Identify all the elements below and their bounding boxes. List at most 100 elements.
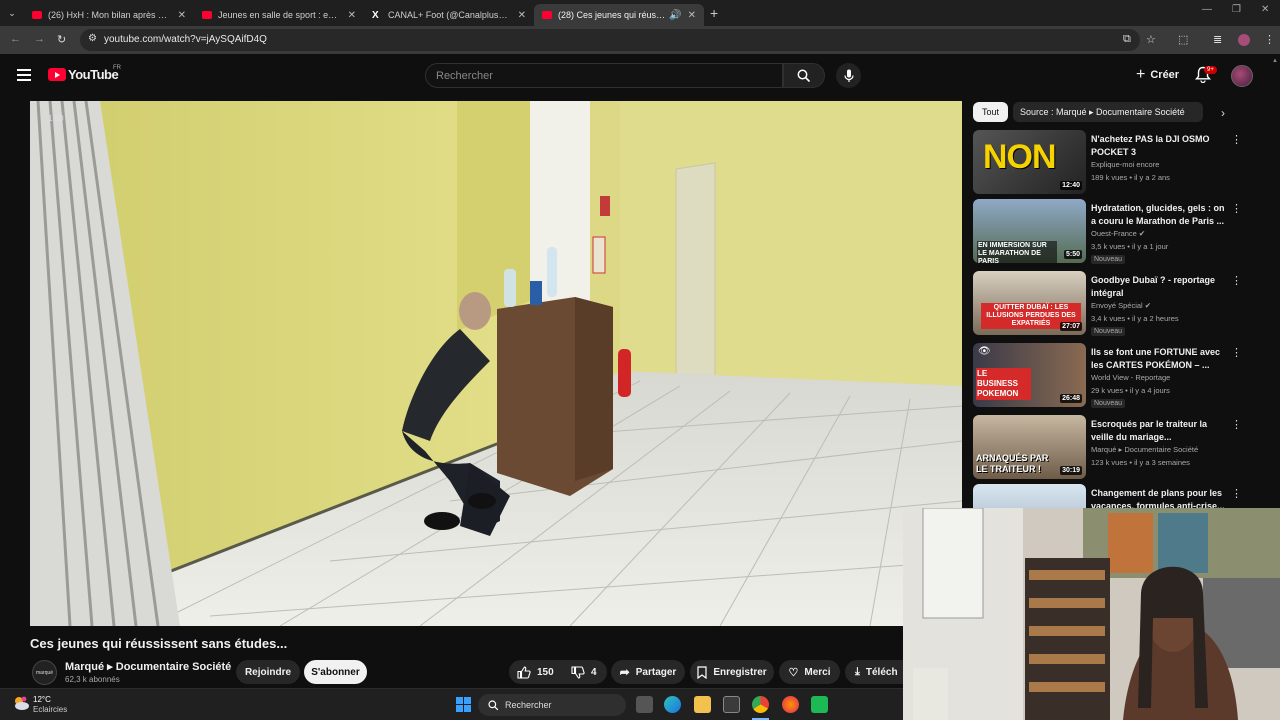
search-icon xyxy=(488,699,499,710)
recommendation-channel: Marqué ▸ Documentaire Société xyxy=(1091,445,1199,454)
more-options-icon[interactable]: ⋮ xyxy=(1231,487,1242,500)
maximize-icon[interactable]: ❐ xyxy=(1232,4,1241,15)
bookmark-icon xyxy=(697,665,707,679)
video-frame-scene xyxy=(30,101,962,626)
forward-icon[interactable]: → xyxy=(34,33,45,45)
taskbar-search[interactable]: Rechercher xyxy=(478,694,626,716)
recommendation-item[interactable]: EN IMMERSION SUR LE MARATHON DE PARIS 5:… xyxy=(973,199,1253,265)
chip-source[interactable]: Source : Marqué ▸ Documentaire Société xyxy=(1013,102,1203,122)
browser-tab[interactable]: Jeunes en salle de sport : entre ✕ xyxy=(194,4,364,26)
windows-start-icon[interactable] xyxy=(456,697,472,713)
video-thumbnail[interactable]: NON 12:40 xyxy=(973,130,1086,194)
video-title: Ces jeunes qui réussissent sans études..… xyxy=(30,636,288,651)
search-input[interactable]: Rechercher xyxy=(425,63,783,88)
webcam-overlay xyxy=(903,508,1280,720)
thanks-button[interactable]: ♡ Merci xyxy=(779,660,840,684)
subscribe-button[interactable]: S'abonner xyxy=(304,660,367,684)
youtube-logo[interactable]: YouTube xyxy=(48,67,119,82)
new-badge: Nouveau xyxy=(1091,399,1126,408)
file-explorer-icon[interactable] xyxy=(694,696,711,713)
recommendation-item[interactable]: NON 12:40 N'achetez PAS la DJI OSMO POCK… xyxy=(973,130,1253,196)
install-icon[interactable]: ⧉ xyxy=(1123,33,1131,46)
channel-avatar[interactable]: marqué xyxy=(32,660,57,685)
task-view-icon[interactable] xyxy=(636,696,653,713)
omnibox[interactable]: ⚙ youtube.com/watch?v=jAySQAifD4Q ⧉ ☆ xyxy=(80,29,1156,51)
browser-tab-active[interactable]: (28) Ces jeunes qui réussiss 🔊 ✕ xyxy=(534,4,704,26)
join-button[interactable]: Rejoindre xyxy=(236,660,300,684)
recommendation-item[interactable]: Changement de plans pour les vacances, f… xyxy=(973,484,1253,508)
speaker-icon[interactable]: 🔊 xyxy=(669,10,681,21)
x-icon: X xyxy=(372,9,379,21)
recommendation-item[interactable]: ARNAQUÉS PAR LE TRAITEUR ! 30:19 Escroqu… xyxy=(973,415,1253,481)
youtube-play-icon xyxy=(48,68,66,81)
download-button[interactable]: ⤓ Téléch xyxy=(845,660,903,684)
scrollbar[interactable]: ▲ xyxy=(1272,58,1278,498)
weather-partly-cloudy-icon[interactable] xyxy=(12,695,30,711)
app-icon[interactable] xyxy=(811,696,828,713)
video-thumbnail[interactable]: 👁 LE BUSINESS POKEMON 26:48 xyxy=(973,343,1086,407)
new-tab-icon[interactable]: + xyxy=(710,5,718,21)
search-button[interactable] xyxy=(783,63,825,88)
thumbnail-text: NON xyxy=(983,138,1057,176)
youtube-logo-text: YouTube xyxy=(68,67,119,82)
recommendation-title: N'achetez PAS la DJI OSMO POCKET 3 xyxy=(1091,134,1210,157)
voice-search-button[interactable] xyxy=(836,63,861,88)
scroll-up-icon[interactable]: ▲ xyxy=(1272,58,1278,64)
taskbar-search-label: Rechercher xyxy=(505,700,552,710)
media-icon[interactable]: ≣ xyxy=(1213,33,1222,46)
search-placeholder: Rechercher xyxy=(436,70,493,82)
profile-icon[interactable] xyxy=(1238,34,1250,46)
recommendation-title: Hydratation, glucides, gels : on a couru… xyxy=(1091,203,1225,226)
extensions-icon[interactable]: ⬚ xyxy=(1178,33,1188,46)
reload-icon[interactable]: ↻ xyxy=(57,33,66,46)
hamburger-menu-icon[interactable] xyxy=(17,69,31,84)
browser-tab[interactable]: (26) HxH : Mon bilan après 25 a ✕ xyxy=(24,4,194,26)
close-icon[interactable]: ✕ xyxy=(348,10,356,21)
like-button[interactable]: 150 xyxy=(509,660,561,684)
browser-tab[interactable]: X CANAL+ Foot (@CanalplusFoot ✕ xyxy=(364,4,534,26)
bookmark-star-icon[interactable]: ☆ xyxy=(1146,33,1156,46)
new-badge: Nouveau xyxy=(1091,255,1126,264)
recommendation-item[interactable]: QUITTER DUBAÏ : LES ILLUSIONS PERDUES DE… xyxy=(973,271,1253,337)
recommendation-title: Goodbye Dubaï ? - reportage intégral xyxy=(1091,275,1216,298)
video-thumbnail[interactable]: ARNAQUÉS PAR LE TRAITEUR ! 30:19 xyxy=(973,415,1086,479)
edge-icon[interactable] xyxy=(664,696,681,713)
tab-search-chevron-icon[interactable]: ⌄ xyxy=(0,8,24,19)
minimize-icon[interactable]: — xyxy=(1202,4,1212,15)
recommendation-item[interactable]: 👁 LE BUSINESS POKEMON 26:48 Ils se font … xyxy=(973,343,1253,409)
account-avatar[interactable] xyxy=(1231,65,1253,87)
notification-badge: 9+ xyxy=(1204,66,1217,74)
more-options-icon[interactable]: ⋮ xyxy=(1231,274,1242,287)
dislike-button[interactable]: 4 xyxy=(561,660,607,684)
close-icon[interactable]: ✕ xyxy=(178,10,186,21)
youtube-icon xyxy=(202,11,212,19)
window-close-icon[interactable]: ✕ xyxy=(1261,4,1269,15)
channel-name[interactable]: Marqué ▸ Documentaire Société xyxy=(65,660,231,673)
video-thumbnail[interactable]: EN IMMERSION SUR LE MARATHON DE PARIS 5:… xyxy=(973,199,1086,263)
more-options-icon[interactable]: ⋮ xyxy=(1231,202,1242,215)
more-options-icon[interactable]: ⋮ xyxy=(1231,418,1242,431)
dislike-count: 4 xyxy=(591,666,597,678)
video-thumbnail[interactable] xyxy=(973,484,1086,508)
close-icon[interactable]: ✕ xyxy=(688,10,696,21)
share-button[interactable]: ➦ Partager xyxy=(611,660,685,684)
save-button[interactable]: Enregistrer xyxy=(690,660,774,684)
chrome-icon[interactable] xyxy=(752,696,769,713)
recommendation-title: Ils se font une FORTUNE avec les CARTES … xyxy=(1091,347,1221,370)
video-player[interactable] xyxy=(30,101,962,626)
menu-dots-icon[interactable]: ⋮ xyxy=(1264,33,1275,46)
chip-all[interactable]: Tout xyxy=(973,102,1008,122)
recommendation-meta: 29 k vues • il y a 4 jours xyxy=(1091,386,1170,395)
wall-sign xyxy=(592,236,606,274)
chevron-right-icon[interactable]: › xyxy=(1221,106,1225,120)
store-icon[interactable] xyxy=(723,696,740,713)
firefox-icon[interactable] xyxy=(782,696,799,713)
back-icon[interactable]: ← xyxy=(10,33,21,45)
more-options-icon[interactable]: ⋮ xyxy=(1231,133,1242,146)
close-icon[interactable]: ✕ xyxy=(518,10,526,21)
create-button[interactable]: + Créer xyxy=(1126,64,1189,86)
video-thumbnail[interactable]: QUITTER DUBAÏ : LES ILLUSIONS PERDUES DE… xyxy=(973,271,1086,335)
more-options-icon[interactable]: ⋮ xyxy=(1231,346,1242,359)
site-info-icon[interactable]: ⚙ xyxy=(88,33,97,44)
eye-icon: 👁 xyxy=(978,346,991,357)
